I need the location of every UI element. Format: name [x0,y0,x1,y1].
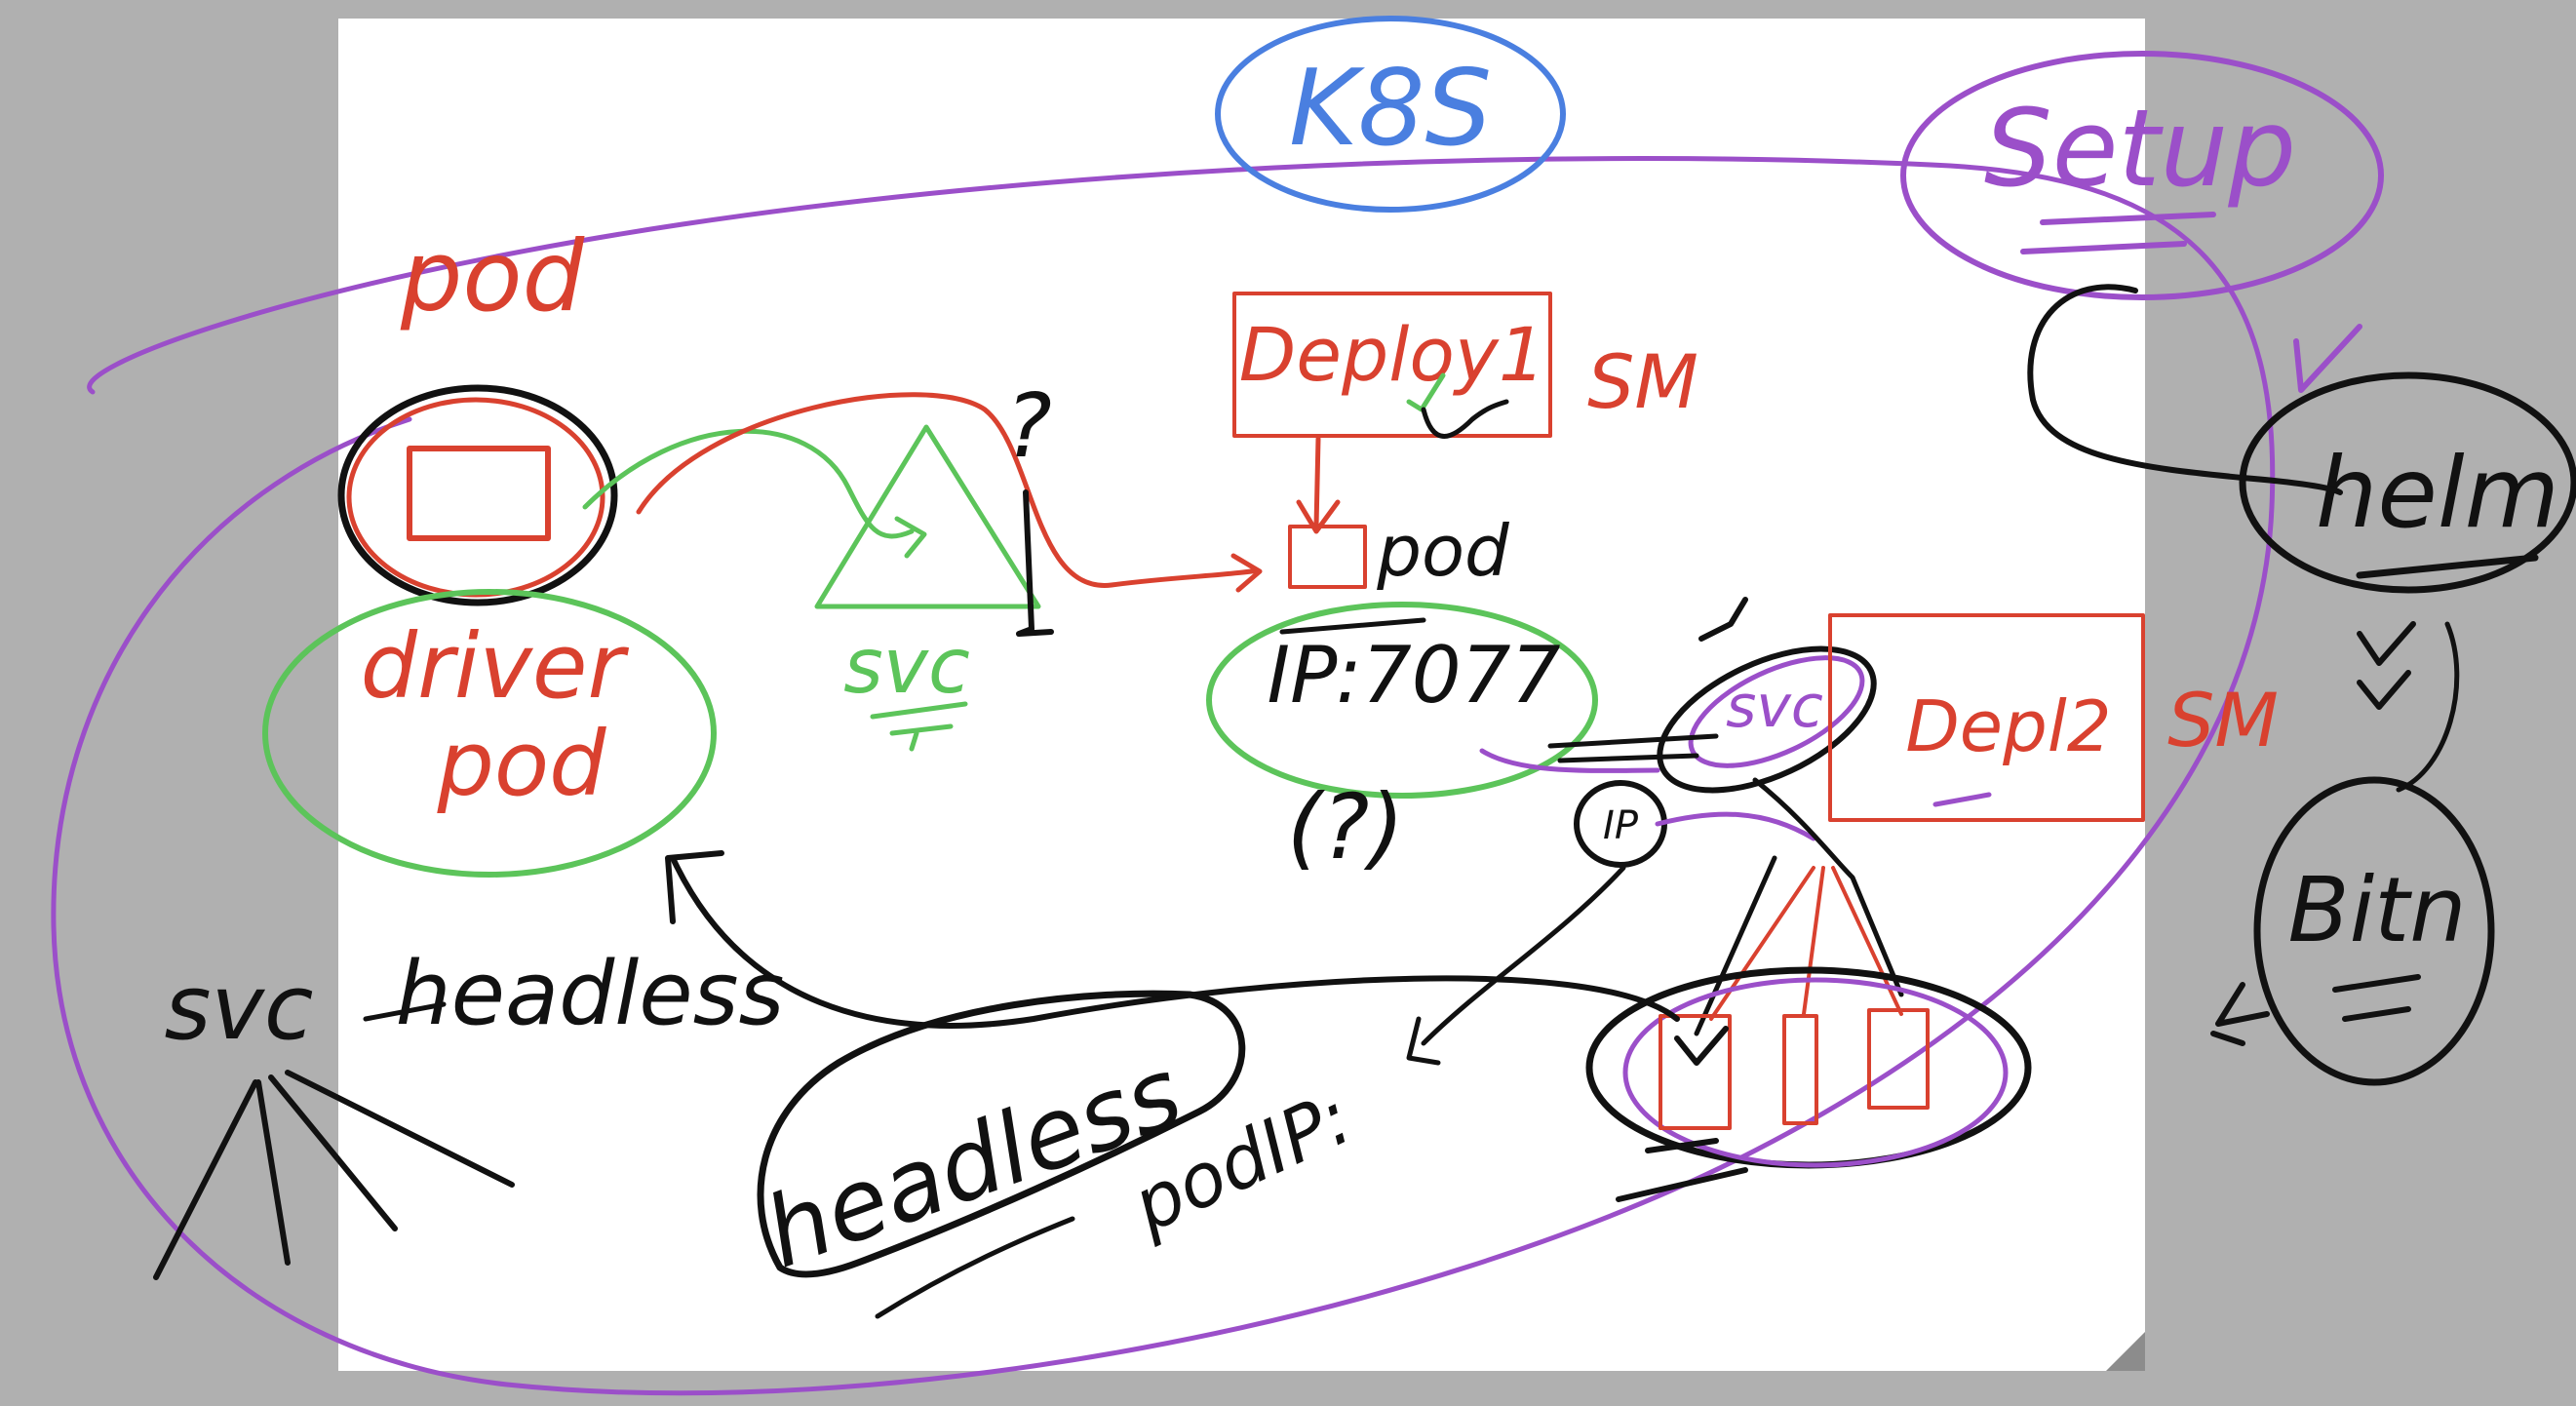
sm1-label: SM [1587,338,1698,425]
svc-green-label: svc [843,623,970,711]
helm-label: helm [2316,436,2559,550]
helm-checks [2357,621,2416,710]
bitn-label: Bitn [2287,858,2466,962]
svc-green-link [582,428,915,539]
ip-port-label: IP:7077 [1268,630,1561,721]
pod-title-label: pod [400,219,585,333]
driver-pod-label: pod [436,712,606,816]
pod-replica-check [1674,1026,1729,1066]
deploy2-label: Depl2 [1905,685,2111,767]
sm2-label: SM [2167,677,2279,763]
pod-replica-3 [1867,1008,1930,1110]
headless-to-driver-arrow [670,855,1680,1029]
driver-label: driver [361,614,630,719]
bitn-check [2210,982,2270,1046]
setup-to-helm-loop [2027,284,2343,495]
headless-center-label: headless [751,1035,1195,1291]
ip-small-label: IP [1603,803,1639,848]
deploy1-label: Deploy1 [1239,311,1545,398]
deploy1-to-pod-arrow [1296,436,1341,534]
whiteboard-canvas[interactable]: K8S Setup pod driver pod svc ? Deploy1 S… [0,0,2576,1406]
svc-purple-label: svc [1726,673,1823,741]
question-bottom-label: (?) [1287,775,1405,879]
pod-container-box [407,446,551,541]
svc-to-podip-line [1421,865,1626,1046]
small-pod-box [1288,525,1367,589]
pod-replica-2 [1782,1014,1818,1125]
small-pod-label: pod [1376,510,1510,592]
deploy2-to-pods-lines [1709,866,1903,1021]
setup-underline [2020,212,2216,254]
pods-black-ring [1585,966,2032,1169]
helm-to-bitn-line [2396,621,2460,793]
pod-red-outline [346,397,605,598]
pod-circle [337,384,618,606]
k8s-label: K8S [1289,48,1492,170]
headless-left-label: headless [396,943,785,1045]
deploy1-black-check [1421,399,1509,439]
resize-handle-icon[interactable] [2106,1332,2145,1371]
deploy2-underline [1932,792,1992,807]
bitn-underline [2332,974,2421,1022]
pod-to-pod-link [636,392,1261,588]
setup-label: Setup [1984,86,2296,211]
svc-left-fan-lines [153,1070,515,1280]
svc-purple-check [1698,597,1748,642]
svc-left-label: svc [165,956,314,1060]
question-mark-top: ? [1005,375,1052,478]
diagram-ink: K8S Setup pod driver pod svc ? Deploy1 S… [51,16,2576,1396]
